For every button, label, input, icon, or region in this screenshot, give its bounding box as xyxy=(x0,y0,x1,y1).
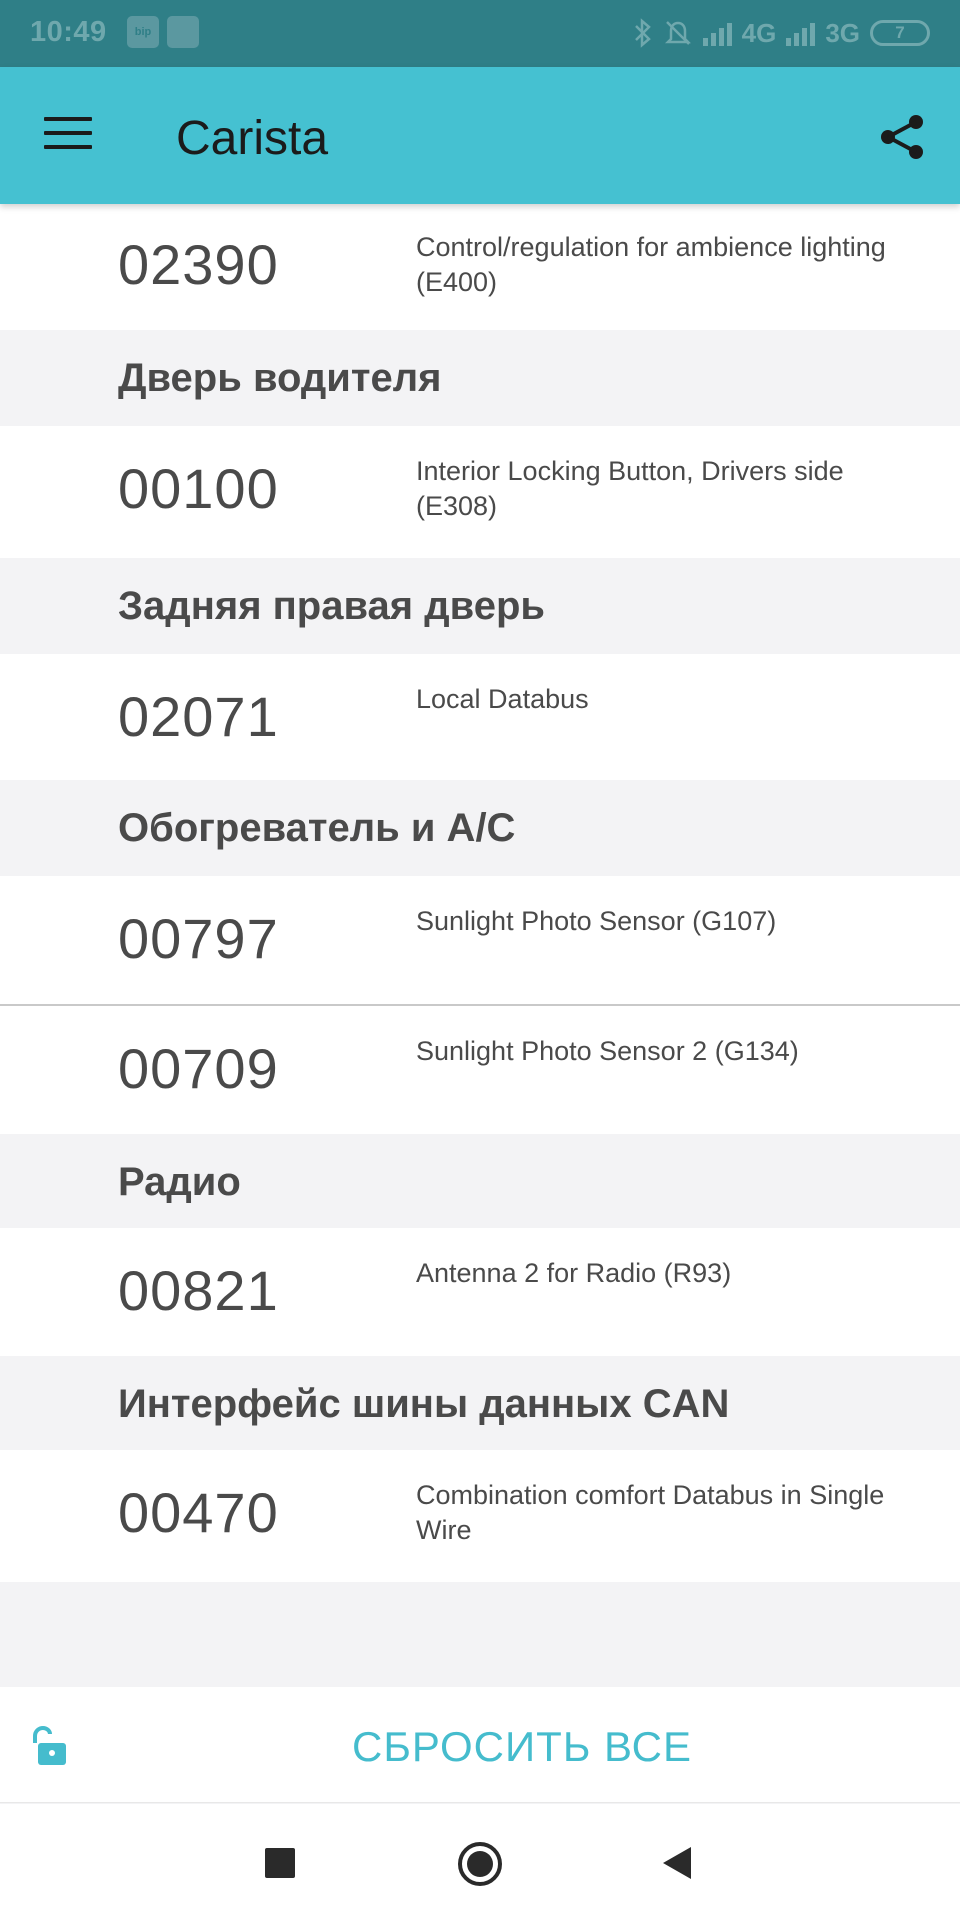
fault-code: 00470 xyxy=(118,1481,279,1544)
fault-code: 00821 xyxy=(118,1259,279,1322)
section-title: Обогреватель и A/C xyxy=(118,806,516,850)
back-icon[interactable] xyxy=(663,1847,691,1879)
fault-code: 00797 xyxy=(118,907,279,970)
fault-description: Antenna 2 for Radio (R93) xyxy=(416,1258,732,1288)
network-type-2: 3G xyxy=(825,17,860,48)
fault-description: Interior Locking Button, Drivers side (E… xyxy=(416,456,844,521)
hamburger-menu-icon[interactable] xyxy=(44,117,92,153)
app-title: Carista xyxy=(176,112,329,165)
fault-code: 00100 xyxy=(118,457,279,520)
section-header: Интерфейс шины данных CAN xyxy=(0,1356,960,1450)
section-header: Задняя правая дверь xyxy=(0,558,960,654)
section-header: Обогреватель и A/C xyxy=(0,780,960,876)
fault-description: Sunlight Photo Sensor 2 (G134) xyxy=(416,1036,799,1066)
app-bar: Carista xyxy=(0,67,960,204)
list-item[interactable]: 02071 Local Databus xyxy=(0,654,960,780)
bell-muted-icon xyxy=(664,21,691,45)
fault-description: Sunlight Photo Sensor (G107) xyxy=(416,906,777,936)
share-icon[interactable] xyxy=(876,111,928,163)
section-title: Интерфейс шины данных CAN xyxy=(118,1382,730,1426)
section-title: Задняя правая дверь xyxy=(118,584,545,628)
network-type-1: 4G xyxy=(741,17,777,48)
home-icon[interactable] xyxy=(458,1842,502,1886)
bip-app-icon: bip xyxy=(127,16,159,48)
list-item[interactable]: 00709 Sunlight Photo Sensor 2 (G134) xyxy=(0,1006,960,1134)
list-item[interactable]: 02390 Control/regulation for ambience li… xyxy=(0,204,960,330)
fault-code-list: 02390 Control/regulation for ambience li… xyxy=(0,204,960,1582)
unlock-icon[interactable] xyxy=(26,1725,70,1769)
app-notification-icon xyxy=(167,16,199,48)
fault-description: Local Databus xyxy=(416,684,589,714)
status-time: 10:49 xyxy=(30,16,107,48)
fault-code: 02390 xyxy=(118,233,279,296)
signal-strength-icon xyxy=(786,20,816,46)
fault-description: Control/regulation for ambience lighting… xyxy=(416,232,886,297)
list-item[interactable]: 00821 Antenna 2 for Radio (R93) xyxy=(0,1228,960,1356)
list-item[interactable]: 00470 Combination comfort Databus in Sin… xyxy=(0,1450,960,1582)
recent-apps-icon[interactable] xyxy=(265,1848,295,1878)
signal-strength-icon xyxy=(702,20,732,46)
fault-code: 00709 xyxy=(118,1037,279,1100)
section-title: Радио xyxy=(118,1160,241,1204)
bluetooth-icon xyxy=(634,18,651,48)
battery-icon: 7 xyxy=(870,20,930,46)
fault-code: 02071 xyxy=(118,685,279,748)
status-bar: 10:49 bip 4G 3G 7 xyxy=(0,0,960,67)
list-item[interactable]: 00797 Sunlight Photo Sensor (G107) xyxy=(0,876,960,1004)
bottom-action-bar: СБРОСИТЬ ВСЕ xyxy=(0,1687,960,1803)
system-nav-bar xyxy=(0,1804,960,1920)
section-header: Дверь водителя xyxy=(0,330,960,426)
section-title: Дверь водителя xyxy=(118,356,442,400)
list-item[interactable]: 00100 Interior Locking Button, Drivers s… xyxy=(0,426,960,558)
fault-description: Combination comfort Databus in Single Wi… xyxy=(416,1480,885,1545)
status-icons: 4G 3G 7 xyxy=(633,14,930,52)
section-header: Радио xyxy=(0,1134,960,1228)
reset-all-button[interactable]: СБРОСИТЬ ВСЕ xyxy=(352,1723,692,1771)
